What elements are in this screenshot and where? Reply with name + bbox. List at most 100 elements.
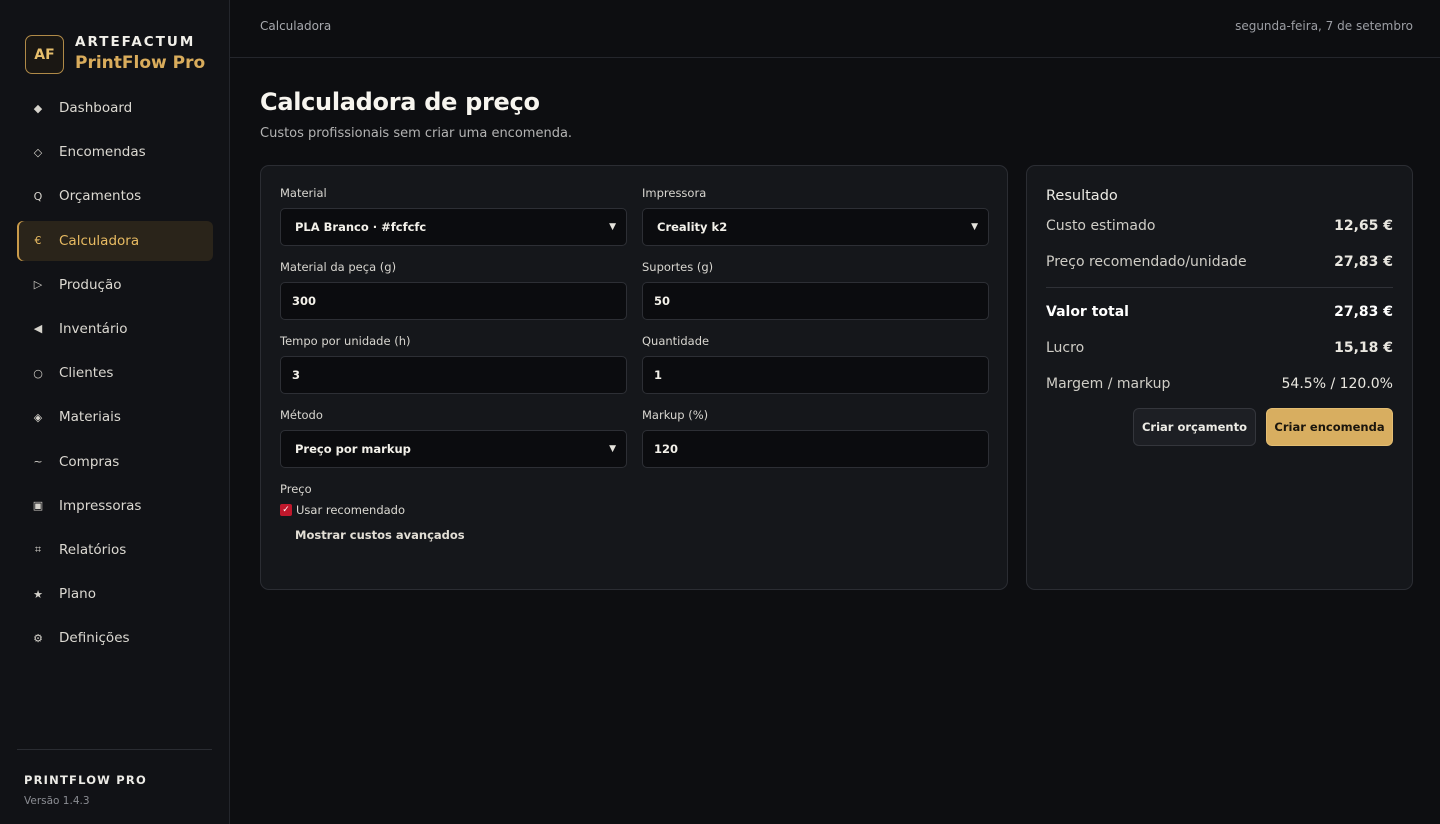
play-outline-icon: ▷ (33, 278, 43, 292)
diamond-outline-icon: ◇ (33, 145, 43, 159)
main-area: Calculadora segunda-feira, 7 de setembro… (230, 0, 1440, 824)
material-select[interactable]: PLA Branco · #fcfcfc ▼ (280, 208, 627, 246)
time-input[interactable]: 3 (280, 356, 627, 394)
show-advanced-costs-toggle[interactable]: Mostrar custos avançados (295, 528, 988, 542)
supports-value: 50 (654, 294, 671, 308)
sidebar-item-label: Encomendas (59, 144, 146, 161)
part-material-field: Material da peça (g) 300 (280, 260, 627, 320)
total-label: Valor total (1046, 304, 1129, 320)
sidebar-item-definicoes[interactable]: ⚙ Definições (17, 618, 213, 658)
sidebar-footer: PRINTFLOW PRO Versão 1.4.3 (17, 749, 212, 824)
markup-value: 120 (654, 442, 679, 456)
sidebar-item-label: Calculadora (59, 232, 140, 249)
part-material-label: Material da peça (g) (280, 260, 397, 274)
printer-label: Impressora (642, 186, 707, 200)
sidebar-item-label: Clientes (59, 365, 114, 382)
supports-field: Suportes (g) 50 (642, 260, 989, 320)
brand-logo: AF (25, 35, 64, 74)
triangle-left-icon: ◀ (33, 322, 43, 336)
quantity-input[interactable]: 1 (642, 356, 989, 394)
markup-input[interactable]: 120 (642, 430, 989, 468)
margin-row: Margem / markup 54.5% / 120.0% (1046, 366, 1393, 402)
current-date: segunda-feira, 7 de setembro (1235, 19, 1413, 33)
sidebar-item-materiais[interactable]: ◈ Materiais (17, 397, 213, 437)
profit-label: Lucro (1046, 340, 1085, 356)
sidebar-item-label: Relatórios (59, 541, 127, 558)
supports-label: Suportes (g) (642, 260, 714, 274)
recommended-price-value: 27,83 € (1334, 254, 1393, 270)
sidebar-item-clientes[interactable]: ○ Clientes (17, 353, 213, 393)
printer-select[interactable]: Creality k2 ▼ (642, 208, 989, 246)
chevron-down-icon: ▼ (971, 222, 978, 232)
markup-field: Markup (%) 120 (642, 408, 989, 468)
brand-name: ARTEFACTUM (75, 33, 196, 50)
printer-square-icon: ▣ (32, 499, 44, 513)
tilde-icon: ~ (33, 455, 43, 468)
sidebar-item-producao[interactable]: ▷ Produção (17, 265, 213, 305)
sidebar-item-label: Compras (59, 453, 120, 470)
page-title: Calculadora de preço (260, 88, 540, 116)
create-order-button[interactable]: Criar encomenda (1266, 408, 1393, 446)
content: Material PLA Branco · #fcfcfc ▼ Impresso… (230, 141, 1440, 590)
calculator-form-card: Material PLA Branco · #fcfcfc ▼ Impresso… (260, 165, 1008, 590)
brand-text: ARTEFACTUM PrintFlow Pro (75, 34, 205, 76)
footer-product-name: PRINTFLOW PRO (24, 773, 147, 787)
total-value: 27,83 € (1334, 304, 1393, 320)
sidebar-item-plano[interactable]: ★ Plano (17, 574, 213, 614)
profit-row: Lucro 15,18 € (1046, 330, 1393, 366)
margin-label: Margem / markup (1046, 376, 1171, 392)
diamond-filled-icon: ◆ (33, 101, 43, 115)
sidebar-item-label: Inventário (59, 320, 128, 337)
hash-icon: ⌗ (34, 542, 42, 556)
circle-icon: ○ (33, 366, 43, 380)
footer-version: Versão 1.4.3 (24, 795, 90, 807)
sidebar-item-label: Definições (59, 630, 130, 647)
star-icon: ★ (33, 587, 43, 601)
sidebar-item-orcamentos[interactable]: Q Orçamentos (17, 176, 213, 216)
use-recommended-label[interactable]: Usar recomendado (296, 503, 405, 517)
markup-label: Markup (%) (642, 408, 709, 422)
sidebar-nav: ◆ Dashboard ◇ Encomendas Q Orçamentos € … (17, 88, 213, 662)
material-field: Material PLA Branco · #fcfcfc ▼ (280, 186, 627, 246)
form-grid: Material PLA Branco · #fcfcfc ▼ Impresso… (280, 186, 989, 482)
sidebar-item-calculadora[interactable]: € Calculadora (17, 220, 213, 261)
sidebar-item-relatorios[interactable]: ⌗ Relatórios (17, 530, 213, 570)
quantity-field: Quantidade 1 (642, 334, 989, 394)
sidebar: AF ARTEFACTUM PrintFlow Pro ◆ Dashboard … (0, 0, 230, 824)
sidebar-item-label: Materiais (59, 409, 121, 426)
page-subtitle: Custos profissionais sem criar uma encom… (260, 126, 573, 141)
result-actions: Criar orçamento Criar encomenda (1046, 408, 1393, 446)
use-recommended-row[interactable]: ✓ Usar recomendado (280, 503, 988, 517)
method-select[interactable]: Preço por markup ▼ (280, 430, 627, 468)
sidebar-item-encomendas[interactable]: ◇ Encomendas (17, 132, 213, 172)
sidebar-item-dashboard[interactable]: ◆ Dashboard (17, 88, 213, 128)
sidebar-item-label: Produção (59, 276, 122, 293)
price-label: Preço (280, 482, 312, 496)
quantity-label: Quantidade (642, 334, 710, 348)
supports-input[interactable]: 50 (642, 282, 989, 320)
result-divider (1046, 287, 1393, 288)
price-block: Preço ✓ Usar recomendado Mostrar custos … (280, 482, 988, 542)
sidebar-item-inventario[interactable]: ◀ Inventário (17, 309, 213, 349)
sidebar-item-compras[interactable]: ~ Compras (17, 442, 213, 482)
method-field: Método Preço por markup ▼ (280, 408, 627, 468)
brand[interactable]: AF ARTEFACTUM PrintFlow Pro (0, 0, 229, 88)
page-header: Calculadora de preço Custos profissionai… (230, 58, 1440, 141)
method-select-value: Preço por markup (295, 442, 411, 456)
breadcrumb: Calculadora (260, 19, 332, 33)
part-material-input[interactable]: 300 (280, 282, 627, 320)
result-card: Resultado Custo estimado 12,65 € Preço r… (1026, 165, 1413, 590)
quote-icon: Q (33, 189, 43, 203)
use-recommended-checkbox[interactable]: ✓ (280, 504, 292, 516)
time-field: Tempo por unidade (h) 3 (280, 334, 627, 394)
sidebar-item-impressoras[interactable]: ▣ Impressoras (17, 486, 213, 526)
material-select-value: PLA Branco · #fcfcfc (295, 220, 427, 234)
topbar: Calculadora segunda-feira, 7 de setembro (230, 0, 1440, 58)
brand-product: PrintFlow Pro (75, 52, 206, 73)
sidebar-item-label: Dashboard (59, 100, 133, 116)
euro-icon: € (34, 234, 42, 248)
result-title: Resultado (1046, 188, 1118, 204)
chevron-down-icon: ▼ (609, 222, 616, 232)
create-quote-button[interactable]: Criar orçamento (1133, 408, 1256, 446)
part-material-value: 300 (292, 294, 317, 308)
